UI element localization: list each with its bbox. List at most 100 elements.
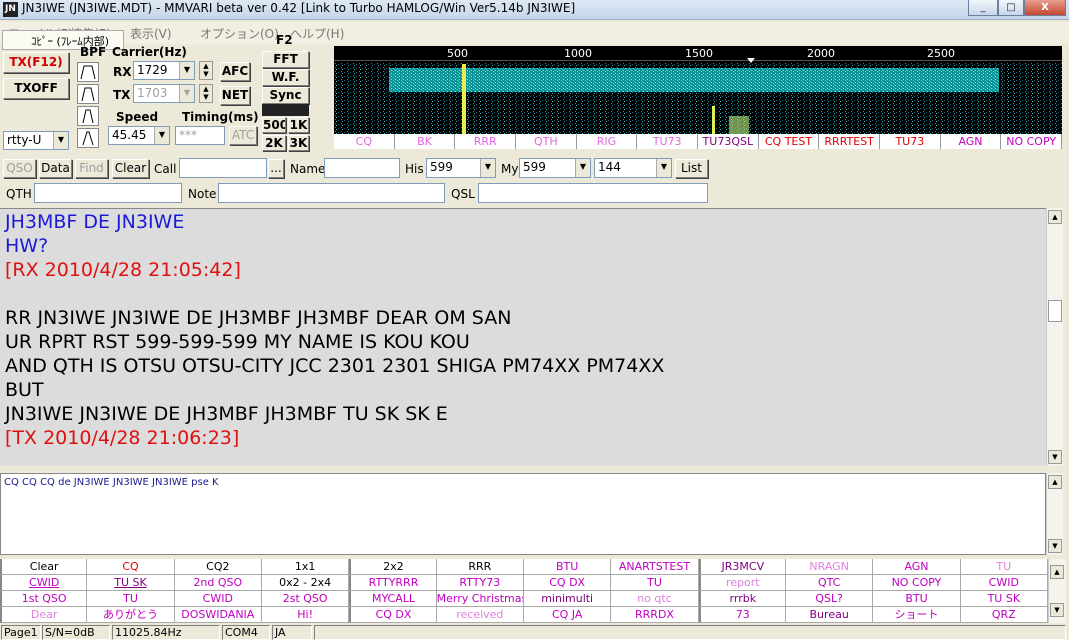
macro-button[interactable]: AGN bbox=[873, 559, 961, 575]
macro-button[interactable]: 2st QSO bbox=[262, 591, 350, 607]
macro-button[interactable]: 1x1 bbox=[262, 559, 350, 575]
waterfall-macro-button[interactable]: RRR bbox=[455, 134, 516, 149]
call-input[interactable] bbox=[179, 158, 267, 178]
macro-scrollbar[interactable]: ▲ ▼ bbox=[1048, 559, 1066, 623]
waterfall-macro-button[interactable]: QTH bbox=[516, 134, 577, 149]
menu-options[interactable]: オプション(O) bbox=[200, 25, 279, 42]
afc-button[interactable]: AFC bbox=[220, 62, 250, 81]
waterfall-macro-button[interactable]: NO COPY bbox=[1001, 134, 1062, 149]
scroll-down-icon[interactable]: ▼ bbox=[1048, 450, 1062, 464]
tx-carrier-select[interactable]: 1703 ▼ bbox=[133, 84, 195, 103]
scroll-up-icon[interactable]: ▲ bbox=[1048, 210, 1062, 224]
macro-button[interactable]: Clear bbox=[0, 559, 88, 575]
timing-input[interactable]: *** bbox=[175, 126, 225, 145]
span-1k-button[interactable]: 1K bbox=[288, 117, 309, 133]
tx-scrollbar[interactable]: ▲ ▼ bbox=[1046, 473, 1063, 555]
scroll-up-icon[interactable]: ▲ bbox=[1048, 475, 1062, 489]
macro-button[interactable]: minimulti bbox=[524, 591, 612, 607]
waterfall-macro-button[interactable]: CQ bbox=[334, 134, 395, 149]
macro-button[interactable]: RRR bbox=[436, 559, 524, 575]
macro-button[interactable]: MYCALL bbox=[349, 591, 437, 607]
data-button[interactable]: Data bbox=[39, 159, 72, 178]
macro-button[interactable]: TU SK bbox=[960, 591, 1048, 607]
macro-button[interactable]: Bureau bbox=[786, 607, 874, 623]
speed-select[interactable]: 45.45 ▼ bbox=[108, 126, 170, 145]
macro-button[interactable]: Merry Christmas bbox=[436, 591, 524, 607]
macro-button[interactable]: TU bbox=[611, 575, 699, 591]
his-rst-select[interactable]: 599 ▼ bbox=[426, 158, 496, 178]
menu-help[interactable]: ヘルプ(H) bbox=[290, 25, 344, 42]
tx-carrier-spinner[interactable]: ▲ ▼ bbox=[199, 84, 213, 103]
macro-button[interactable]: CQ2 bbox=[174, 559, 262, 575]
tx-text-area[interactable]: CQ CQ CQ de JN3IWE JN3IWE JN3IWE pse K bbox=[0, 473, 1046, 555]
waterfall-macro-button[interactable]: CQ TEST bbox=[759, 134, 820, 149]
macro-button[interactable]: CWID bbox=[960, 575, 1048, 591]
waterfall-macro-button[interactable]: BK bbox=[395, 134, 456, 149]
macro-button[interactable]: QTC bbox=[786, 575, 874, 591]
macro-button[interactable]: JR3MCV bbox=[698, 559, 786, 575]
menu-view[interactable]: 表示(V) bbox=[130, 25, 172, 42]
macro-button[interactable]: RRRDX bbox=[611, 607, 699, 623]
macro-button[interactable]: 73 bbox=[698, 607, 786, 623]
macro-button[interactable]: ANARTSTEST bbox=[611, 559, 699, 575]
qth-input[interactable] bbox=[34, 183, 182, 203]
macro-button[interactable]: NRAGN bbox=[786, 559, 874, 575]
waterfall-macro-button[interactable]: TU73QSL bbox=[698, 134, 759, 149]
macro-button[interactable]: 2x2 bbox=[349, 559, 437, 575]
span-500-button[interactable]: 500 bbox=[262, 117, 286, 133]
macro-button[interactable]: RTTY73 bbox=[436, 575, 524, 591]
maximize-button[interactable]: □ bbox=[998, 0, 1024, 16]
list-button[interactable]: List bbox=[675, 159, 708, 178]
macro-button[interactable]: CQ JA bbox=[524, 607, 612, 623]
bpf-wide-button[interactable] bbox=[77, 62, 99, 82]
mode-select[interactable]: rtty-U ▼ bbox=[3, 131, 69, 150]
span-3k-button[interactable]: 3K bbox=[288, 135, 309, 151]
waterfall-macro-button[interactable]: TU73 bbox=[637, 134, 698, 149]
macro-button[interactable]: BTU bbox=[524, 559, 612, 575]
bpf-sharp-button[interactable] bbox=[77, 128, 99, 148]
close-button[interactable]: X bbox=[1024, 0, 1066, 16]
fft-button[interactable]: FFT bbox=[262, 51, 309, 68]
macro-button[interactable]: TU bbox=[960, 559, 1048, 575]
find-button[interactable]: Find bbox=[75, 159, 108, 178]
rx-carrier-select[interactable]: 1729 ▼ bbox=[133, 61, 195, 80]
macro-button[interactable]: no qtc bbox=[611, 591, 699, 607]
macro-button[interactable]: 2nd QSO bbox=[174, 575, 262, 591]
waterfall-macro-button[interactable]: RRRTEST bbox=[819, 134, 880, 149]
waterfall-macro-button[interactable]: TU73 bbox=[880, 134, 941, 149]
macro-button[interactable]: DOSWIDANIA bbox=[174, 607, 262, 623]
macro-button[interactable]: CQ bbox=[87, 559, 175, 575]
macro-button[interactable]: CQ DX bbox=[524, 575, 612, 591]
scroll-down-icon[interactable]: ▼ bbox=[1050, 603, 1064, 617]
tx-f12-button[interactable]: TX(F12) bbox=[3, 52, 69, 73]
macro-button[interactable]: ショート bbox=[873, 607, 961, 623]
macro-button[interactable]: received bbox=[436, 607, 524, 623]
atc-button[interactable]: ATC bbox=[229, 126, 257, 145]
macro-button[interactable]: Hi! bbox=[262, 607, 350, 623]
bpf-narrow-button[interactable] bbox=[77, 106, 99, 126]
macro-button[interactable]: BTU bbox=[873, 591, 961, 607]
macro-button[interactable]: TU bbox=[87, 591, 175, 607]
rx-scroll-thumb[interactable] bbox=[1048, 300, 1062, 322]
waterfall-macro-button[interactable]: AGN bbox=[941, 134, 1002, 149]
clear-log-button[interactable]: Clear bbox=[112, 159, 149, 178]
minimize-button[interactable]: _ bbox=[968, 0, 998, 16]
txoff-button[interactable]: TXOFF bbox=[3, 78, 69, 99]
qso-button[interactable]: QSO bbox=[3, 159, 36, 178]
qsl-input[interactable] bbox=[478, 183, 708, 203]
macro-button[interactable]: rrrbk bbox=[698, 591, 786, 607]
band-select[interactable]: 144 ▼ bbox=[594, 158, 672, 178]
macro-button[interactable]: Dear bbox=[0, 607, 88, 623]
macro-button[interactable]: 0x2 - 2x4 bbox=[262, 575, 350, 591]
macro-button[interactable]: report bbox=[698, 575, 786, 591]
macro-button[interactable]: ありがとう bbox=[87, 607, 175, 623]
rx-scrollbar[interactable]: ▲ ▼ bbox=[1046, 208, 1063, 466]
scroll-up-icon[interactable]: ▲ bbox=[1050, 565, 1064, 579]
note-input[interactable] bbox=[218, 183, 445, 203]
scroll-down-icon[interactable]: ▼ bbox=[1048, 539, 1062, 553]
macro-button[interactable]: CWID bbox=[174, 591, 262, 607]
macro-button[interactable]: 1st QSO bbox=[0, 591, 88, 607]
my-rst-select[interactable]: 599 ▼ bbox=[519, 158, 591, 178]
rx-carrier-spinner[interactable]: ▲ ▼ bbox=[199, 61, 213, 80]
macro-button[interactable]: CWID bbox=[0, 575, 88, 591]
